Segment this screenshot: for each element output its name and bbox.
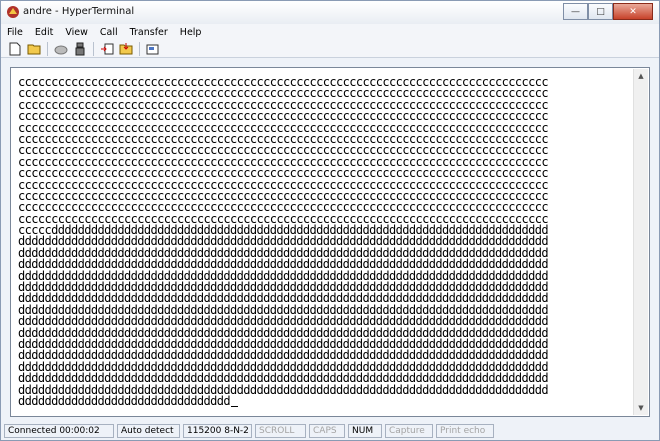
hyperterminal-window: andre - HyperTerminal — □ ✕ File Edit Vi…: [0, 0, 660, 441]
toolbar-separator: [139, 41, 140, 56]
status-print-echo: Print echo: [436, 424, 494, 438]
window-title: andre - HyperTerminal: [23, 6, 135, 17]
dial-button[interactable]: [72, 41, 88, 57]
status-detect: Auto detect: [117, 424, 180, 438]
status-port: 115200 8-N-2: [183, 424, 252, 438]
properties-icon: [146, 44, 159, 55]
open-icon: [27, 44, 40, 55]
maximize-icon: □: [596, 6, 605, 17]
scroll-up-icon[interactable]: ▲: [635, 70, 647, 82]
menu-file[interactable]: File: [7, 27, 23, 38]
properties-button[interactable]: [145, 41, 161, 57]
menu-call[interactable]: Call: [100, 27, 118, 38]
terminal-line: dddddddddddddddddddddddddddddddd: [18, 395, 632, 407]
status-capture: Capture: [385, 424, 433, 438]
menu-bar: File Edit View Call Transfer Help: [1, 24, 659, 40]
vertical-scrollbar[interactable]: ▲ ▼: [633, 69, 648, 415]
text-cursor: [231, 405, 238, 407]
close-icon: ✕: [629, 6, 637, 17]
disconnect-icon: [54, 45, 68, 54]
minimize-icon: —: [571, 6, 580, 17]
title-bar[interactable]: andre - HyperTerminal — □ ✕: [1, 1, 659, 24]
disconnect-button[interactable]: [53, 41, 69, 57]
hyperterminal-app-icon: [7, 6, 19, 18]
new-icon: [9, 42, 21, 55]
menu-view[interactable]: View: [65, 27, 88, 38]
minimize-button[interactable]: —: [563, 3, 588, 20]
scroll-down-icon[interactable]: ▼: [635, 402, 647, 414]
status-caps: CAPS: [309, 424, 345, 438]
menu-help[interactable]: Help: [180, 27, 202, 38]
menu-transfer[interactable]: Transfer: [130, 27, 168, 38]
status-num: NUM: [348, 424, 382, 438]
open-button[interactable]: [26, 41, 42, 57]
maximize-button[interactable]: □: [588, 3, 613, 20]
status-connected: Connected 00:00:02: [4, 424, 114, 438]
receive-button[interactable]: [118, 41, 134, 57]
menu-edit[interactable]: Edit: [35, 27, 53, 38]
caption-buttons: — □ ✕: [563, 3, 653, 20]
new-button[interactable]: [7, 41, 23, 57]
toolbar-separator: [47, 41, 48, 56]
send-icon: [101, 43, 114, 55]
receive-icon: [119, 43, 133, 55]
send-button[interactable]: [99, 41, 115, 57]
terminal-output[interactable]: cccccccccccccccccccccccccccccccccccccccc…: [18, 77, 632, 409]
status-bar: Connected 00:00:02 Auto detect 115200 8-…: [1, 422, 659, 440]
terminal-frame: cccccccccccccccccccccccccccccccccccccccc…: [10, 67, 650, 417]
toolbar-separator: [93, 41, 94, 56]
close-button[interactable]: ✕: [613, 3, 653, 20]
dial-icon: [75, 42, 85, 55]
status-scroll: SCROLL: [255, 424, 306, 438]
toolbar: [1, 40, 659, 58]
